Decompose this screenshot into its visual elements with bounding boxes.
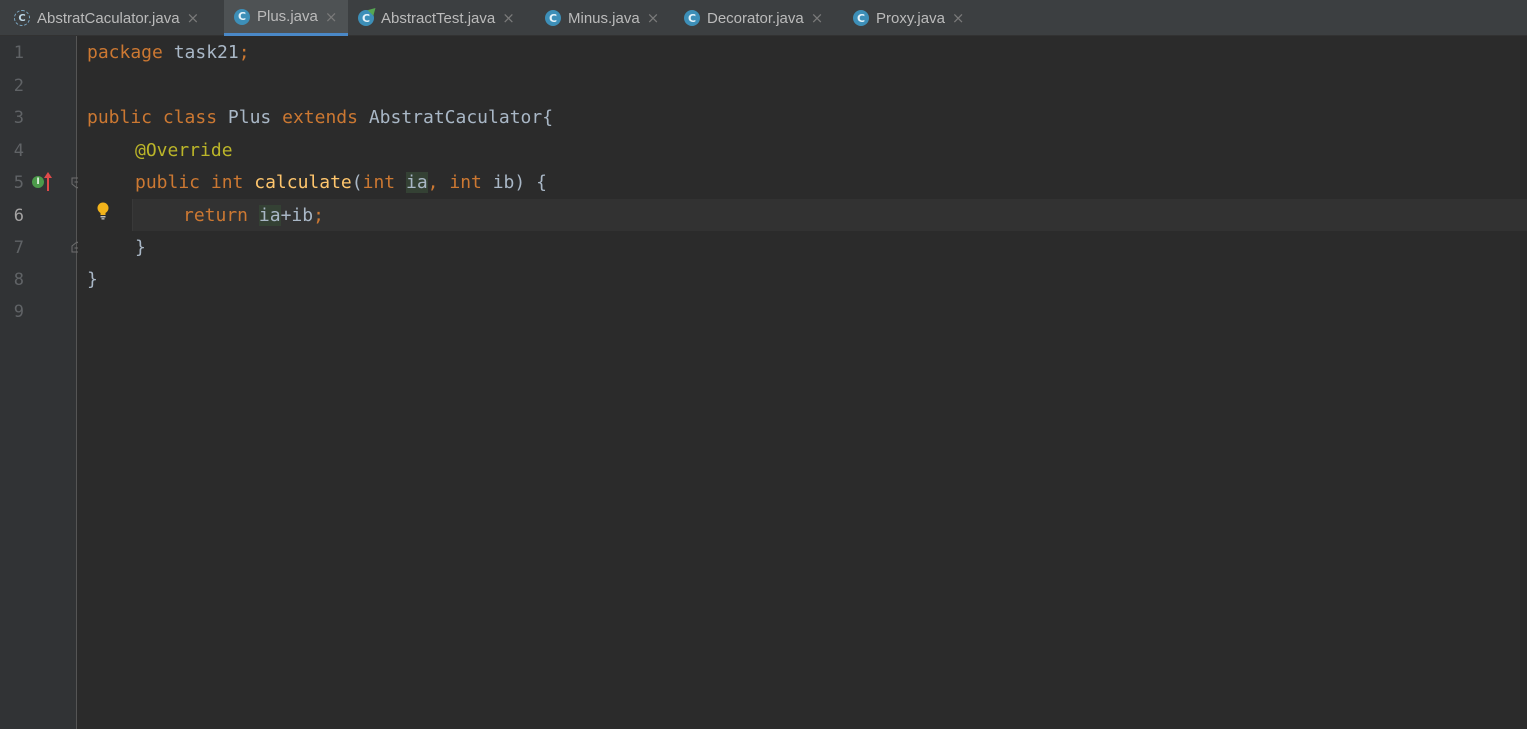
tab-abstracttest[interactable]: C AbstractTest.java × <box>358 0 536 36</box>
keyword: int <box>210 172 244 193</box>
current-line-highlight <box>132 199 1527 231</box>
tab-label: AbstratCaculator.java <box>37 9 180 27</box>
comma: , <box>427 172 439 193</box>
line-number: 5 <box>13 173 24 193</box>
method-name: calculate <box>254 172 352 193</box>
keyword: return <box>183 205 249 226</box>
close-icon[interactable]: × <box>952 9 965 27</box>
close-icon[interactable]: × <box>325 8 338 26</box>
expression: +ib <box>280 205 314 226</box>
class-icon: C <box>853 10 869 26</box>
line-number: 1 <box>13 43 24 63</box>
line-number: 4 <box>13 141 24 161</box>
line-number: 2 <box>13 76 24 96</box>
class-icon: C <box>684 10 700 26</box>
tab-label: Decorator.java <box>707 9 804 27</box>
paren: ) { <box>514 172 547 193</box>
tab-label: AbstractTest.java <box>381 9 496 27</box>
code-editor[interactable]: package task21; public class Plus extend… <box>78 36 1527 729</box>
code-line: } <box>135 232 146 264</box>
tab-plus[interactable]: C Plus.java × <box>224 0 348 36</box>
ide-window: C AbstratCaculator.java × C Plus.java × … <box>0 0 1527 729</box>
close-icon[interactable]: × <box>811 9 824 27</box>
abstract-class-icon: C <box>14 10 30 26</box>
keyword: package <box>87 42 163 63</box>
line-number: 9 <box>13 302 24 322</box>
parameter: ib <box>492 172 515 193</box>
keyword: int <box>449 172 482 193</box>
semicolon: ; <box>313 205 324 226</box>
keyword: public <box>135 172 201 193</box>
tab-label: Plus.java <box>257 8 318 25</box>
tab-label: Minus.java <box>568 9 640 27</box>
line-number: 7 <box>13 238 24 258</box>
line-number-gutter[interactable]: 1 2 3 4 5 6 7 8 9 <box>0 36 77 729</box>
indent-guide <box>132 199 133 231</box>
paren: ( <box>351 172 363 193</box>
class-icon: C <box>234 8 250 25</box>
close-icon[interactable]: × <box>647 9 660 27</box>
code-line: public int calculate(int ia, int ib) { <box>135 167 547 199</box>
annotation: @Override <box>135 140 233 161</box>
editor-tab-bar: C AbstratCaculator.java × C Plus.java × … <box>0 0 1527 36</box>
up-arrow-icon[interactable] <box>44 172 52 192</box>
keyword: extends <box>282 107 358 128</box>
keyword: class <box>162 107 218 128</box>
code-line: @Override <box>135 135 233 167</box>
tab-proxy[interactable]: C Proxy.java × <box>853 0 981 36</box>
close-icon[interactable]: × <box>502 9 515 27</box>
tab-label: Proxy.java <box>876 9 945 27</box>
code-line: package task21; <box>87 37 250 69</box>
parameter-highlighted: ia <box>405 172 428 193</box>
close-icon[interactable]: × <box>187 9 200 27</box>
test-class-icon: C <box>358 10 374 26</box>
parent-class: AbstratCaculator{ <box>368 107 554 128</box>
line-number: 8 <box>13 270 24 290</box>
keyword: public <box>87 107 153 128</box>
brace: } <box>135 237 146 258</box>
implements-method-icon[interactable]: I <box>32 176 44 188</box>
class-icon: C <box>545 10 561 26</box>
identifier: task21 <box>162 42 239 63</box>
class-name: Plus <box>227 107 272 128</box>
semicolon: ; <box>238 42 250 63</box>
tab-decorator[interactable]: C Decorator.java × <box>684 0 842 36</box>
lightbulb-icon[interactable] <box>96 202 110 220</box>
keyword: int <box>362 172 396 193</box>
tab-abstratcaculator[interactable]: C AbstratCaculator.java × <box>14 0 224 36</box>
brace: } <box>87 269 98 290</box>
line-number-current: 6 <box>13 206 24 226</box>
code-line: } <box>87 264 98 296</box>
code-line: public class Plus extends AbstratCaculat… <box>87 102 553 134</box>
variable-highlighted: ia <box>258 205 281 226</box>
code-line-current: return ia+ib; <box>183 200 324 232</box>
tab-minus[interactable]: C Minus.java × <box>545 0 673 36</box>
line-number: 3 <box>13 108 24 128</box>
